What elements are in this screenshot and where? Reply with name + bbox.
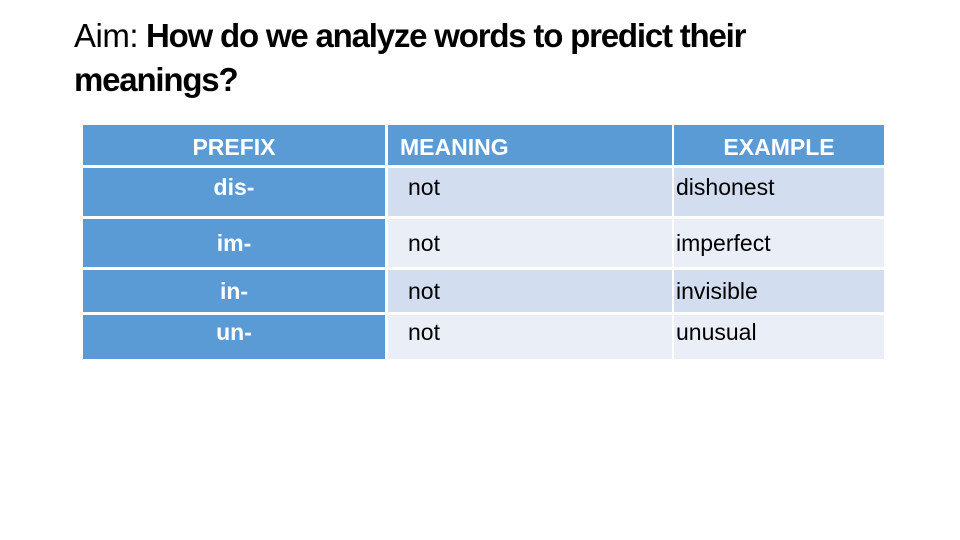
header-prefix: PREFIX — [83, 125, 385, 165]
aim-question: How do we analyze words to predict their… — [74, 17, 746, 98]
prefix-cell: dis- — [83, 168, 385, 216]
header-meaning: MEANING — [388, 125, 672, 165]
aim-label: Aim: — [74, 17, 139, 54]
prefix-table: PREFIX MEANING EXAMPLE dis- not dishones… — [83, 125, 884, 359]
meaning-cell: not — [388, 315, 672, 359]
prefix-cell: im- — [83, 219, 385, 267]
table-row: in- not invisible — [83, 270, 884, 312]
meaning-cell: not — [388, 270, 672, 312]
example-cell: dishonest — [674, 168, 884, 216]
meaning-cell: not — [388, 168, 672, 216]
table-row: im- not imperfect — [83, 219, 884, 267]
slide-title: Aim: How do we analyze words to predict … — [74, 14, 874, 102]
meaning-cell: not — [388, 219, 672, 267]
header-example: EXAMPLE — [674, 125, 884, 165]
table-header-row: PREFIX MEANING EXAMPLE — [83, 125, 884, 165]
table-row: un- not unusual — [83, 315, 884, 359]
table-row: dis- not dishonest — [83, 168, 884, 216]
prefix-cell: un- — [83, 315, 385, 359]
example-cell: unusual — [674, 315, 884, 359]
example-cell: invisible — [674, 270, 884, 312]
prefix-cell: in- — [83, 270, 385, 312]
example-cell: imperfect — [674, 219, 884, 267]
